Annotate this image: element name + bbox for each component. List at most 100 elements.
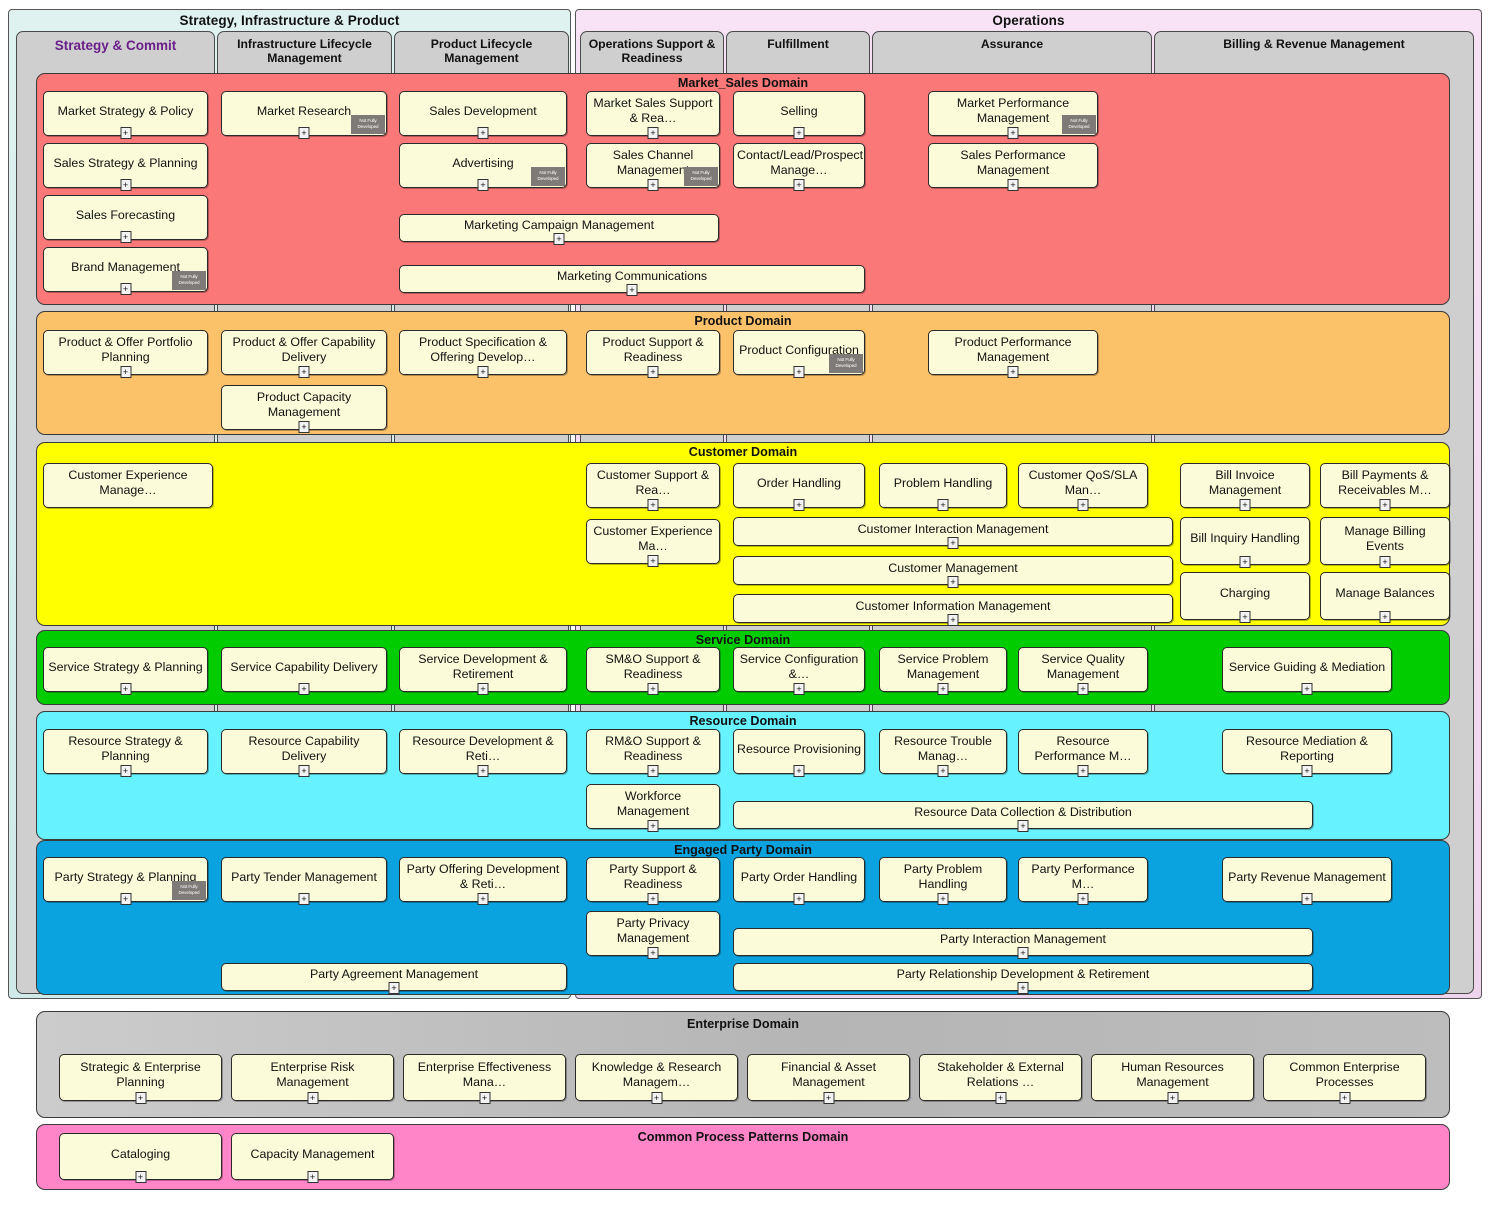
process-box[interactable]: Product & Offer Capability Delivery + [221,330,387,378]
expand-icon[interactable]: + [477,179,489,191]
process-box[interactable]: Resource Data Collection & Distribution … [733,801,1313,832]
process-box[interactable]: Market Performance Management + Not Full… [928,91,1098,139]
process-box[interactable]: Party Offering Development & Reti… + [399,857,567,905]
expand-icon[interactable]: + [1077,499,1089,511]
expand-icon[interactable]: + [793,366,805,378]
process-box[interactable]: Product Performance Management + [928,330,1098,378]
process-box[interactable]: Stakeholder & External Relations … + [919,1054,1082,1104]
expand-icon[interactable]: + [1007,179,1019,191]
expand-icon[interactable]: + [647,179,659,191]
expand-icon[interactable]: + [1017,947,1029,959]
expand-icon[interactable]: + [135,1092,146,1104]
expand-icon[interactable]: + [647,499,659,511]
expand-icon[interactable]: + [793,179,805,191]
process-box[interactable]: Resource Trouble Manag… + [879,729,1007,777]
expand-icon[interactable]: + [793,893,805,905]
process-box[interactable]: Human Resources Management + [1091,1054,1254,1104]
expand-icon[interactable]: + [937,893,949,905]
expand-icon[interactable]: + [647,893,659,905]
expand-icon[interactable]: + [120,366,131,378]
expand-icon[interactable]: + [120,893,131,905]
expand-icon[interactable]: + [120,765,131,777]
process-box[interactable]: Enterprise Risk Management + [231,1054,394,1104]
expand-icon[interactable]: + [793,127,805,139]
expand-icon[interactable]: + [477,893,489,905]
process-box[interactable]: Market Strategy & Policy + [43,91,208,139]
process-box[interactable]: Cataloging + [59,1133,222,1183]
expand-icon[interactable]: + [1239,611,1251,623]
process-box[interactable]: Product Configuration + Not Fully Develo… [733,330,865,378]
process-box[interactable]: Workforce Management + [586,784,720,832]
expand-icon[interactable]: + [120,127,131,139]
expand-icon[interactable]: + [947,614,959,626]
expand-icon[interactable]: + [647,366,659,378]
expand-icon[interactable]: + [1379,611,1391,623]
process-box[interactable]: Order Handling + [733,463,865,511]
expand-icon[interactable]: + [995,1092,1006,1104]
process-box[interactable]: Resource Development & Reti… + [399,729,567,777]
expand-icon[interactable]: + [1007,366,1019,378]
process-box[interactable]: Resource Provisioning + [733,729,865,777]
process-box[interactable]: Financial & Asset Management + [747,1054,910,1104]
process-box[interactable]: Party Relationship Development & Retirem… [733,963,1313,994]
process-box[interactable]: Manage Billing Events + [1320,517,1450,568]
process-box[interactable]: Sales Forecasting + [43,195,208,243]
process-box[interactable]: Selling + [733,91,865,139]
process-box[interactable]: Party Agreement Management + [221,963,567,994]
process-box[interactable]: Advertising + Not Fully Developed [399,143,567,191]
process-box[interactable]: Resource Strategy & Planning + [43,729,208,777]
expand-icon[interactable]: + [647,127,659,139]
process-box[interactable]: Marketing Communications + [399,265,865,296]
expand-icon[interactable]: + [793,683,805,695]
process-box[interactable]: Bill Invoice Management + [1180,463,1310,511]
process-box[interactable]: Service Configuration &… + [733,647,865,695]
process-box[interactable]: Resource Capability Delivery + [221,729,387,777]
expand-icon[interactable]: + [1077,765,1089,777]
process-box[interactable]: SM&O Support & Readiness + [586,647,720,695]
expand-icon[interactable]: + [298,683,310,695]
expand-icon[interactable]: + [626,284,638,296]
process-box[interactable]: Resource Performance M… + [1018,729,1148,777]
expand-icon[interactable]: + [120,683,131,695]
process-box[interactable]: Service Quality Management + [1018,647,1148,695]
expand-icon[interactable]: + [120,231,131,243]
process-box[interactable]: Service Problem Management + [879,647,1007,695]
process-box[interactable]: Product Support & Readiness + [586,330,720,378]
process-box[interactable]: Party Support & Readiness + [586,857,720,905]
process-box[interactable]: Party Order Handling + [733,857,865,905]
process-box[interactable]: RM&O Support & Readiness + [586,729,720,777]
process-box[interactable]: Service Guiding & Mediation + [1222,647,1392,695]
process-box[interactable]: Market Research + Not Fully Developed [221,91,387,139]
expand-icon[interactable]: + [937,765,949,777]
expand-icon[interactable]: + [1077,893,1089,905]
process-box[interactable]: Customer Interaction Management + [733,517,1173,549]
expand-icon[interactable]: + [1379,556,1391,568]
expand-icon[interactable]: + [647,555,659,567]
process-box[interactable]: Sales Performance Management + [928,143,1098,191]
process-box[interactable]: Brand Management + Not Fully Developed [43,247,208,295]
expand-icon[interactable]: + [307,1092,318,1104]
expand-icon[interactable]: + [553,233,565,245]
expand-icon[interactable]: + [298,127,310,139]
process-box[interactable]: Party Strategy & Planning + Not Fully De… [43,857,208,905]
expand-icon[interactable]: + [1239,556,1251,568]
expand-icon[interactable]: + [1339,1092,1350,1104]
expand-icon[interactable]: + [823,1092,834,1104]
expand-icon[interactable]: + [477,765,489,777]
process-box[interactable]: Product & Offer Portfolio Planning + [43,330,208,378]
process-box[interactable]: Common Enterprise Processes + [1263,1054,1426,1104]
expand-icon[interactable]: + [477,683,489,695]
process-box[interactable]: Service Capability Delivery + [221,647,387,695]
expand-icon[interactable]: + [298,893,310,905]
process-box[interactable]: Resource Mediation & Reporting + [1222,729,1392,777]
expand-icon[interactable]: + [298,366,310,378]
expand-icon[interactable]: + [647,765,659,777]
expand-icon[interactable]: + [1077,683,1089,695]
expand-icon[interactable]: + [647,820,659,832]
process-box[interactable]: Sales Channel Management + Not Fully Dev… [586,143,720,191]
expand-icon[interactable]: + [298,421,310,433]
expand-icon[interactable]: + [477,366,489,378]
process-box[interactable]: Customer Information Management + [733,594,1173,626]
expand-icon[interactable]: + [1007,127,1019,139]
process-box[interactable]: Product Specification & Offering Develop… [399,330,567,378]
